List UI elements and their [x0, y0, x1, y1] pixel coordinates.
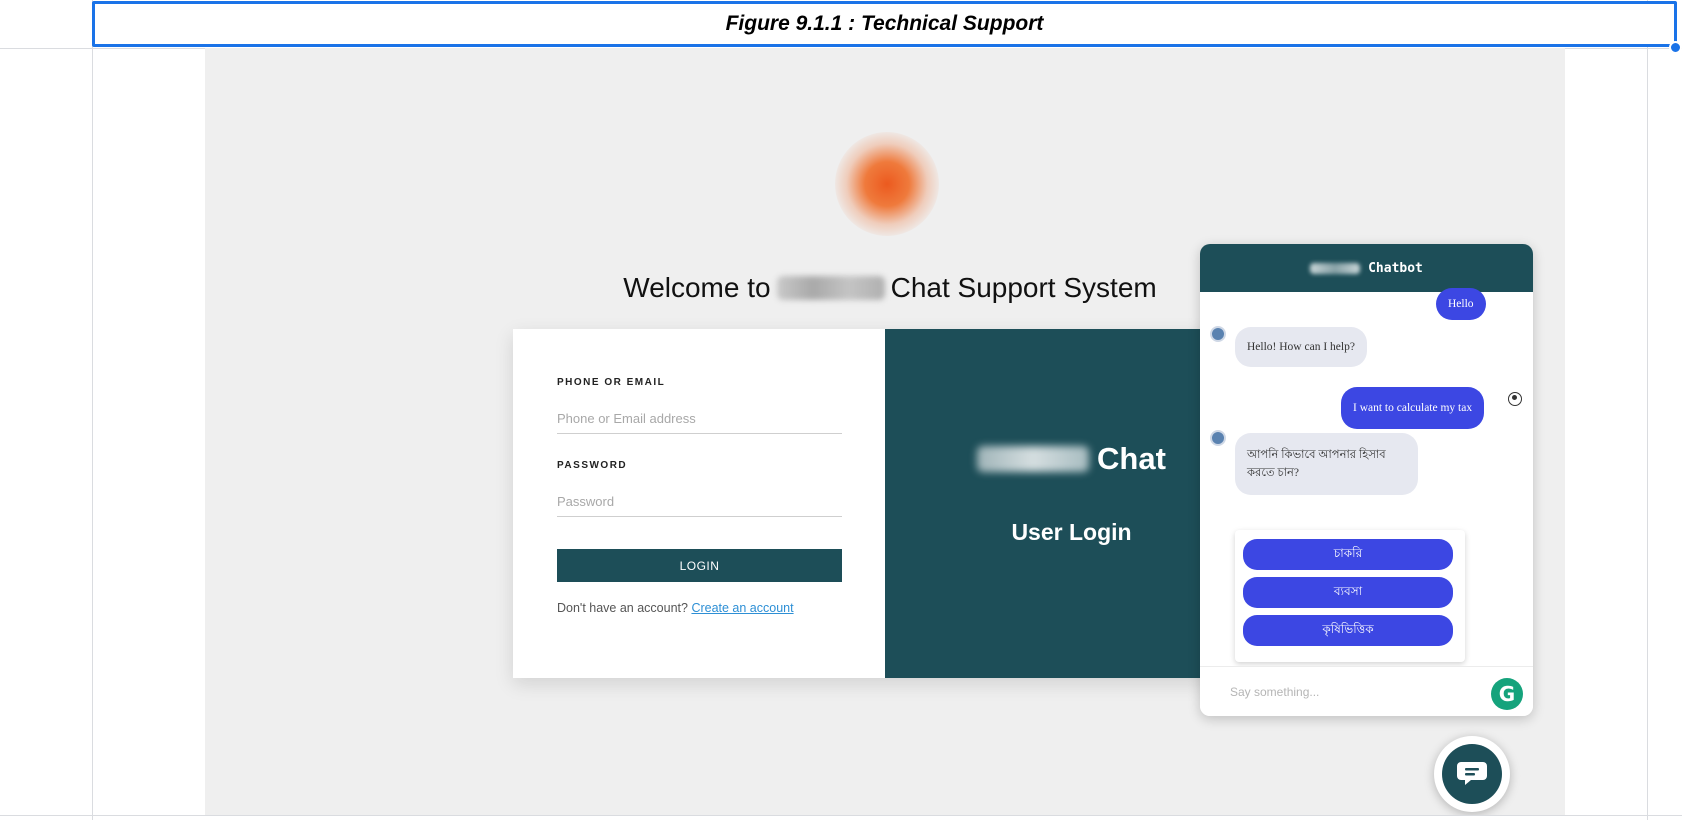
phone-email-input[interactable] [557, 404, 842, 434]
signup-line: Don't have an account? Create an account [557, 601, 794, 615]
blurred-brand-name [977, 446, 1090, 472]
login-form: PHONE OR EMAIL PASSWORD LOGIN Don't have… [513, 329, 885, 678]
login-button[interactable]: LOGIN [557, 549, 842, 582]
quick-replies: চাকরি ব্যবসা কৃষিভিত্তিক [1235, 530, 1465, 662]
password-label: PASSWORD [557, 460, 628, 471]
chatbot-window: Chatbot Hello Hello! How can I help? I w… [1200, 244, 1533, 716]
blurred-brand-name [1310, 262, 1361, 274]
chatbot-title: Chatbot [1368, 260, 1423, 276]
quick-reply-button[interactable]: কৃষিভিত্তিক [1243, 615, 1453, 646]
user-avatar-icon [1508, 392, 1522, 406]
password-input[interactable] [557, 487, 842, 517]
signup-prompt: Don't have an account? [557, 601, 688, 615]
grid-line [1647, 0, 1648, 820]
chat-message-input[interactable] [1230, 681, 1480, 703]
fill-handle[interactable] [1669, 41, 1682, 54]
chat-launcher-button[interactable] [1434, 736, 1510, 812]
embedded-screenshot: Welcome to Chat Support System PHONE OR E… [205, 48, 1565, 815]
quick-reply-button[interactable]: ব্যবসা [1243, 577, 1453, 608]
brand-logo [835, 132, 939, 236]
spreadsheet: Figure 9.1.1 : Technical Support Welcome… [0, 0, 1682, 820]
grid-line [0, 815, 1682, 816]
user-message: I want to calculate my tax [1341, 387, 1485, 429]
bot-message: আপনি কিভাবে আপনার হিসাব করতে চান? [1235, 433, 1418, 495]
welcome-heading: Welcome to Chat Support System [505, 272, 1275, 304]
phone-label: PHONE OR EMAIL [557, 377, 666, 388]
create-account-link[interactable]: Create an account [691, 601, 793, 615]
welcome-prefix: Welcome to [623, 272, 771, 303]
brand-chat-word: Chat [1097, 441, 1166, 476]
figure-caption: Figure 9.1.1 : Technical Support [725, 12, 1044, 35]
bot-avatar-icon [1210, 326, 1226, 342]
grid-line [92, 0, 93, 820]
chatbot-header: Chatbot [1200, 244, 1533, 292]
user-message: Hello [1436, 288, 1486, 320]
chat-bubble-icon [1457, 762, 1487, 785]
welcome-suffix: Chat Support System [890, 272, 1157, 303]
selected-cell[interactable]: Figure 9.1.1 : Technical Support [92, 1, 1677, 47]
chat-input-bar: G [1200, 666, 1533, 716]
grammarly-icon[interactable]: G [1491, 678, 1523, 710]
login-card: PHONE OR EMAIL PASSWORD LOGIN Don't have… [513, 329, 1258, 678]
quick-reply-button[interactable]: চাকরি [1243, 539, 1453, 570]
bot-avatar-icon [1210, 430, 1226, 446]
blurred-brand-name [776, 276, 885, 300]
bot-message: Hello! How can I help? [1235, 327, 1367, 367]
